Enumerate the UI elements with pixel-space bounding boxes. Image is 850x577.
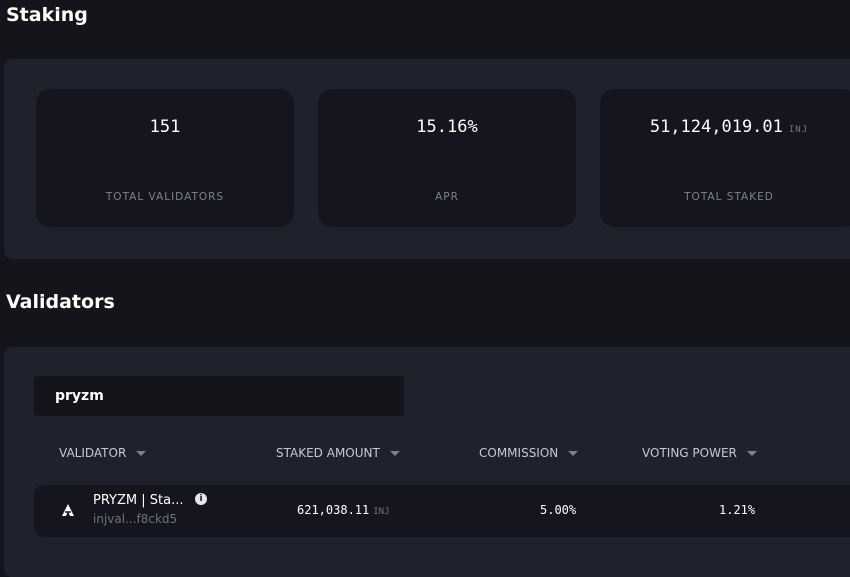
column-header-staked-amount[interactable]: STAKED AMOUNT <box>276 446 400 460</box>
validators-title: Validators <box>6 291 115 313</box>
sort-caret-icon <box>568 450 579 456</box>
stat-value-apr: 15.16% <box>318 117 576 137</box>
validator-search-input[interactable] <box>34 376 404 416</box>
pryzm-logo-icon <box>62 504 74 516</box>
stat-card-apr: 15.16% APR <box>318 89 576 227</box>
stat-value-total-validators: 151 <box>36 117 294 137</box>
column-header-label: VALIDATOR <box>59 446 127 460</box>
stat-card-total-staked: 51,124,019.01 INJ TOTAL STAKED <box>600 89 850 227</box>
stat-card-total-validators: 151 TOTAL VALIDATORS <box>36 89 294 227</box>
stat-label-total-validators: TOTAL VALIDATORS <box>105 191 225 203</box>
stat-number: 51,124,019.01 <box>649 117 783 137</box>
sort-caret-icon <box>136 450 147 456</box>
staked-amount-value: 621,038.11 <box>297 503 370 517</box>
validator-address: injval...f8ckd5 <box>93 512 178 526</box>
stat-label-apr: APR <box>435 191 459 203</box>
stat-number: 15.16% <box>416 117 478 137</box>
info-icon[interactable]: i <box>195 493 207 505</box>
stat-value-total-staked: 51,124,019.01 INJ <box>600 117 850 137</box>
staking-stats-panel: 151 TOTAL VALIDATORS 15.16% APR 51,124,0… <box>4 59 850 259</box>
validators-panel: VALIDATOR STAKED AMOUNT COMMISSION VOTIN… <box>4 347 850 577</box>
sort-caret-icon <box>389 450 400 456</box>
column-header-label: COMMISSION <box>479 446 559 460</box>
validator-name: PRYZM | Sta... <box>93 493 184 508</box>
table-row[interactable]: PRYZM | Sta... i injval...f8ckd5 621,038… <box>34 485 850 537</box>
column-header-validator[interactable]: VALIDATOR <box>59 446 147 460</box>
sort-caret-icon <box>746 450 757 456</box>
stat-unit-inj: INJ <box>788 125 809 135</box>
staked-amount-cell: 621,038.11 INJ <box>297 503 390 517</box>
staked-unit: INJ <box>373 507 390 517</box>
column-header-label: STAKED AMOUNT <box>276 446 380 460</box>
staking-title: Staking <box>6 4 88 26</box>
column-header-commission[interactable]: COMMISSION <box>479 446 579 460</box>
voting-power-cell: 1.21% <box>719 503 756 517</box>
commission-cell: 5.00% <box>540 503 577 517</box>
column-header-voting-power[interactable]: VOTING POWER <box>642 446 757 460</box>
column-header-label: VOTING POWER <box>642 446 737 460</box>
stat-label-total-staked: TOTAL STAKED <box>684 191 774 203</box>
stat-number: 151 <box>149 117 181 137</box>
